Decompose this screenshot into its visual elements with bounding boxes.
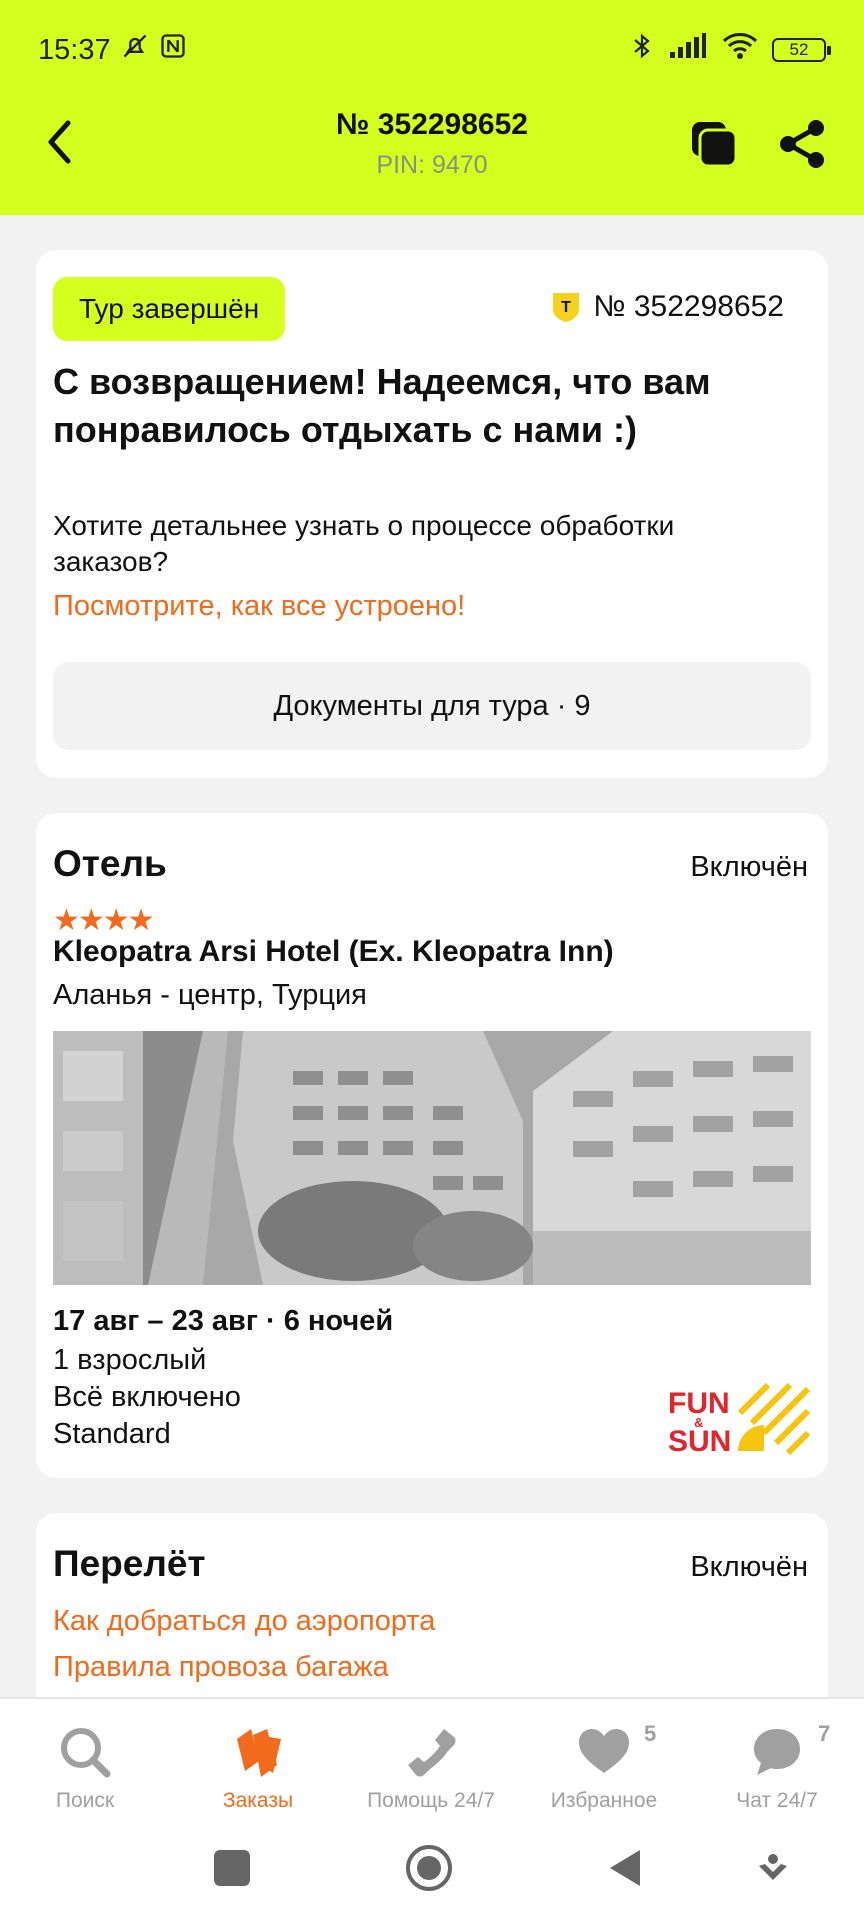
copy-button[interactable] [688, 118, 740, 170]
welcome-heading: С возвращением! Надеемся, что вам понрав… [53, 361, 711, 450]
tab-chat[interactable]: Чат 24/7 [692, 1725, 862, 1813]
status-badge: Тур завершён [53, 277, 286, 341]
hotel-location: Аланья - центр, Турция [53, 979, 367, 1011]
assistant-button[interactable] [757, 1852, 789, 1884]
tab-favorites-label: Избранное [550, 1789, 658, 1812]
back-nav-button[interactable] [604, 1846, 644, 1890]
mute-icon [121, 32, 149, 68]
airport-directions-link[interactable]: Как добраться до аэропорта [53, 1605, 435, 1638]
system-navigation-bar [0, 1838, 864, 1898]
tab-search-label: Поиск [55, 1789, 115, 1812]
status-bar: 15:37 52 [38, 30, 831, 70]
tab-help-label: Помощь 24/7 [367, 1789, 495, 1812]
search-icon [58, 1725, 112, 1779]
baggage-rules-link[interactable]: Правила провоза багажа [53, 1651, 389, 1684]
guests-info: 1 взрослый [53, 1344, 207, 1376]
process-question: Хотите детальнее узнать о процессе обраб… [53, 510, 675, 577]
hotel-name: Kleopatra Arsi Hotel (Ex. Kleopatra Inn) [53, 935, 614, 968]
order-number: T № 352298652 [551, 290, 784, 324]
top-bar: 15:37 52 № 352298652 PIN: 9470 [0, 0, 864, 215]
battery-icon: 52 [772, 38, 831, 62]
meal-plan: Всё включено [53, 1381, 241, 1413]
tab-search[interactable]: Поиск [0, 1725, 170, 1813]
status-time: 15:37 [38, 33, 111, 66]
hotel-section-title: Отель [53, 843, 167, 884]
recent-apps-button[interactable] [214, 1850, 250, 1886]
home-button[interactable] [405, 1844, 453, 1892]
svg-text:SUN: SUN [668, 1425, 731, 1455]
hotel-included-label: Включён [690, 851, 808, 883]
stay-dates: 17 авг – 23 авг · 6 ночей [53, 1305, 394, 1337]
orders-icon [231, 1725, 285, 1779]
tab-favorites[interactable]: Избранное [519, 1725, 689, 1813]
bluetooth-icon [630, 31, 654, 69]
hotel-photo[interactable] [53, 1031, 811, 1285]
tab-help[interactable]: Помощь 24/7 [346, 1725, 516, 1813]
phone-icon [404, 1725, 458, 1779]
wifi-icon [722, 32, 758, 68]
tour-documents-button[interactable]: Документы для тура · 9 [53, 662, 811, 750]
chat-count: 7 [818, 1721, 831, 1746]
tab-orders[interactable]: Заказы [173, 1725, 343, 1813]
hotel-stars: ★★★★ [53, 904, 155, 937]
flight-included-label: Включён [690, 1551, 808, 1583]
tab-chat-label: Чат 24/7 [736, 1789, 818, 1812]
share-button[interactable] [776, 118, 828, 170]
chat-icon [750, 1725, 804, 1779]
hotel-card[interactable]: Отель Включён ★★★★ Kleopatra Arsi Hotel … [36, 813, 828, 1478]
room-type: Standard [53, 1418, 171, 1450]
signal-icon [668, 32, 708, 68]
favorites-count: 5 [644, 1721, 657, 1746]
flight-card[interactable]: Перелёт Включён Как добраться до аэропор… [36, 1513, 828, 1713]
fun-and-sun-logo: FUN & SUN [668, 1382, 811, 1458]
heart-icon [577, 1725, 631, 1779]
order-status-card: Тур завершён T № 352298652 С возвращение… [36, 250, 828, 778]
order-number-text: № 352298652 [593, 290, 784, 323]
shield-icon: T [551, 291, 581, 323]
tab-orders-label: Заказы [222, 1789, 294, 1812]
flight-section-title: Перелёт [53, 1543, 206, 1584]
nfc-icon [159, 32, 187, 68]
how-it-works-link[interactable]: Посмотрите, как все устроено! [53, 590, 465, 623]
svg-text:T: T [561, 299, 571, 316]
